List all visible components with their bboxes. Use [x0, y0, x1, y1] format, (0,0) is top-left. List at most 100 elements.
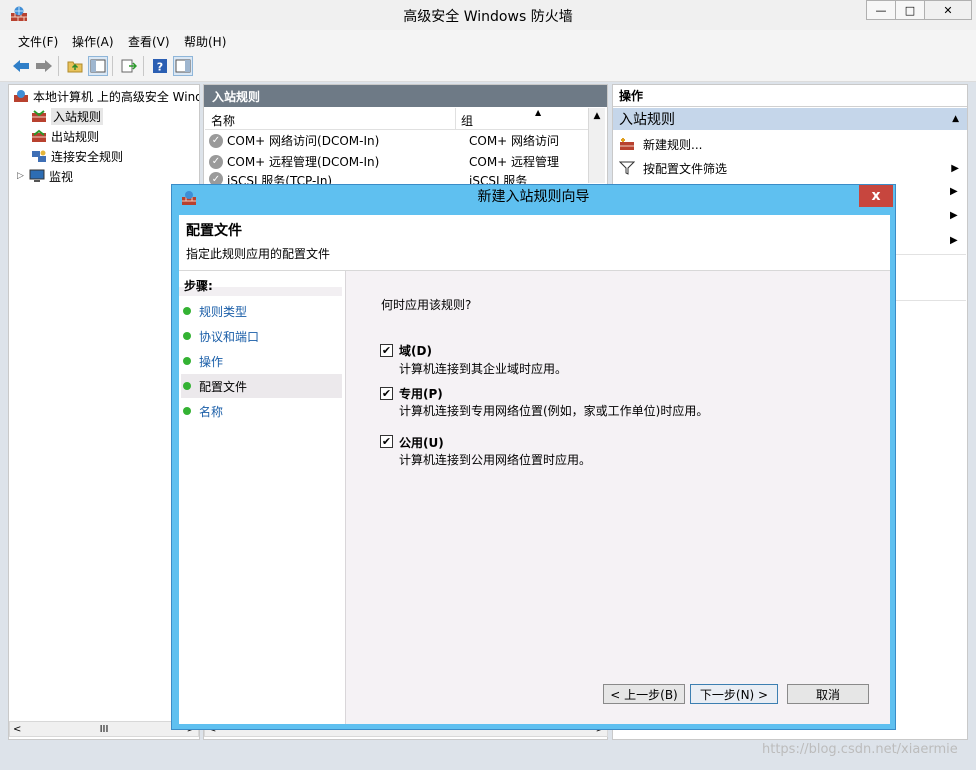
step-label: 协议和端口 [199, 329, 260, 344]
rule-name: iSCSI 服务(TCP-In) [227, 174, 333, 184]
dialog-title: 新建入站规则向导 [477, 189, 590, 205]
menu-view[interactable]: 查看(V) [128, 33, 170, 50]
step-rule-type[interactable]: 规则类型 [181, 299, 342, 323]
up-folder-icon[interactable] [65, 56, 85, 76]
domain-checkbox[interactable]: ✔ [380, 344, 393, 357]
submenu-arrow-icon[interactable]: ▶ [950, 210, 958, 221]
watermark: https://blog.csdn.net/xiaermie [762, 742, 958, 757]
export-list-icon[interactable] [119, 56, 139, 76]
back-arrow-icon[interactable] [11, 56, 31, 76]
tree-item-monitoring[interactable]: ▷ 监视 [13, 166, 199, 186]
maximize-button[interactable]: □ [895, 0, 925, 20]
toolbar-separator [112, 56, 113, 76]
tree-item-label: 入站规则 [51, 107, 104, 125]
window-title: 高级安全 Windows 防火墙 [403, 9, 573, 25]
scroll-up-icon[interactable]: ▲ [589, 111, 605, 121]
rule-name: COM+ 远程管理(DCOM-In) [227, 155, 380, 169]
menu-help[interactable]: 帮助(H) [184, 33, 226, 50]
dialog-subheading: 指定此规则应用的配置文件 [186, 247, 331, 261]
step-status-icon [183, 307, 191, 315]
private-description: 计算机连接到专用网络位置(例如，家或工作单位)时应用。 [399, 404, 709, 418]
step-status-icon [183, 407, 191, 415]
close-button[interactable]: ✕ [924, 0, 972, 20]
table-row[interactable]: ✓ COM+ 远程管理(DCOM-In) COM+ 远程管理 [205, 151, 588, 172]
inbound-rules-icon [32, 110, 46, 122]
svg-text:?: ? [157, 61, 163, 74]
wizard-content [345, 271, 890, 724]
step-name[interactable]: 名称 [181, 399, 342, 423]
actions-header: 操作 [613, 85, 967, 107]
forward-arrow-icon[interactable] [34, 56, 54, 76]
tree-item-outbound[interactable]: 出站规则 [13, 126, 199, 146]
toolbar-separator [58, 56, 59, 76]
cancel-button[interactable]: 取消 [787, 684, 869, 704]
scroll-left-icon[interactable]: < [13, 724, 21, 735]
back-button[interactable]: < 上一步(B) [603, 684, 685, 704]
rule-group: iSCSI 服务 [469, 174, 528, 184]
private-label[interactable]: 专用(P) [399, 385, 443, 402]
domain-label[interactable]: 域(D) [399, 342, 432, 359]
toolbar [0, 52, 976, 82]
table-row[interactable]: ✓ COM+ 网络访问(DCOM-In) COM+ 网络访问 [205, 130, 588, 151]
filter-icon [619, 161, 635, 175]
step-action[interactable]: 操作 [181, 349, 342, 373]
step-status-icon [183, 382, 191, 390]
actions-divider [896, 300, 966, 301]
connection-security-icon [32, 150, 46, 162]
toolbar-separator [143, 56, 144, 76]
steps-title: 步骤: [184, 279, 213, 293]
show-tree-icon[interactable] [88, 56, 108, 76]
dialog-heading: 配置文件 [186, 223, 242, 239]
step-status-icon [183, 357, 191, 365]
public-description: 计算机连接到公用网络位置时应用。 [399, 453, 592, 467]
sort-arrow-icon: ▲ [535, 108, 542, 117]
expand-arrow-icon[interactable]: ▷ [17, 171, 29, 181]
action-label: 新建规则... [643, 137, 703, 152]
collapse-icon[interactable]: ▲ [952, 114, 959, 124]
rule-group: COM+ 远程管理 [469, 155, 560, 169]
submenu-arrow-icon[interactable]: ▶ [950, 186, 958, 197]
action-new-rule[interactable]: 新建规则... [613, 132, 967, 156]
step-protocol-ports[interactable]: 协议和端口 [181, 324, 342, 348]
dialog-close-button[interactable]: x [859, 185, 893, 207]
rules-vertical-scrollbar[interactable]: ▲ [588, 108, 605, 183]
menu-file[interactable]: 文件(F) [18, 33, 58, 50]
tree-item-connection-security[interactable]: 连接安全规则 [13, 146, 199, 166]
enabled-check-icon: ✓ [209, 172, 223, 184]
step-label: 规则类型 [199, 304, 248, 319]
public-label[interactable]: 公用(U) [399, 434, 444, 451]
enabled-check-icon: ✓ [209, 154, 223, 169]
enabled-check-icon: ✓ [209, 133, 223, 148]
column-name[interactable]: 名称 [211, 112, 235, 129]
tree-root[interactable]: 本地计算机 上的高级安全 Windows 防火墙 [13, 86, 199, 106]
scroll-thumb[interactable]: III [100, 724, 109, 735]
next-button[interactable]: 下一步(N) > [690, 684, 778, 704]
question-text: 何时应用该规则? [381, 298, 472, 312]
step-label: 配置文件 [199, 379, 248, 394]
private-checkbox[interactable]: ✔ [380, 387, 393, 400]
tree-item-inbound[interactable]: 入站规则 [13, 106, 199, 126]
show-action-pane-icon[interactable] [173, 56, 193, 76]
actions-section-inbound[interactable]: 入站规则 ▲ [613, 108, 967, 130]
firewall-icon [14, 90, 28, 102]
submenu-arrow-icon[interactable]: ▶ [950, 235, 958, 246]
step-label: 名称 [199, 404, 224, 419]
public-checkbox[interactable]: ✔ [380, 435, 393, 448]
column-divider [455, 108, 456, 130]
step-profile: 配置文件 [181, 374, 342, 398]
actions-divider [896, 254, 966, 255]
tree-root-label: 本地计算机 上的高级安全 Windows 防火墙 [33, 89, 199, 104]
tree-item-label: 连接安全规则 [51, 149, 124, 164]
minimize-button[interactable]: — [866, 0, 896, 20]
action-filter-by-profile[interactable]: 按配置文件筛选 ▶ [613, 156, 967, 180]
column-header-row: 名称 组 ▲ [205, 108, 588, 130]
tree-item-label: 监视 [49, 169, 74, 184]
column-group[interactable]: 组 [461, 112, 473, 129]
tree-item-label: 出站规则 [51, 129, 100, 144]
help-icon[interactable]: ? [150, 56, 170, 76]
dialog-header [179, 215, 890, 271]
rule-name: COM+ 网络访问(DCOM-In) [227, 134, 380, 148]
menu-action[interactable]: 操作(A) [72, 33, 114, 50]
table-row[interactable]: ✓ iSCSI 服务(TCP-In) iSCSI 服务 [205, 172, 588, 184]
rule-group: COM+ 网络访问 [469, 134, 560, 148]
